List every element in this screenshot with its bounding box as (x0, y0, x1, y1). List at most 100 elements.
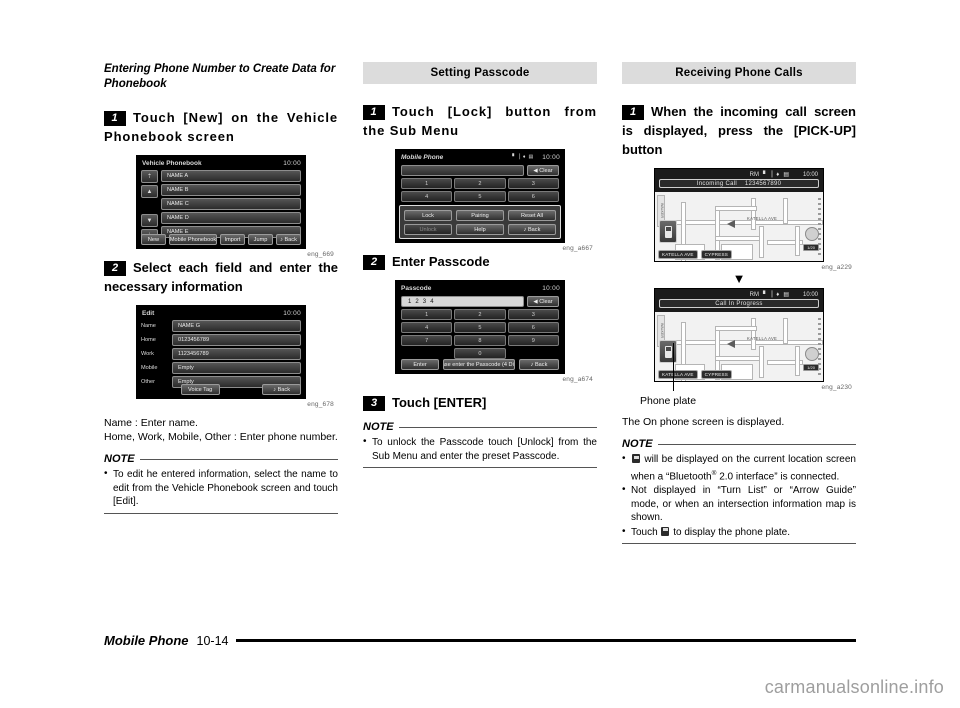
keypad-key[interactable]: 0 (454, 348, 506, 359)
phone-plate-icon[interactable] (659, 220, 677, 243)
phone-plate-callout: Phone plate (622, 343, 856, 407)
keypad-key[interactable]: 3 (507, 309, 559, 320)
back-button[interactable]: ♪ Back (508, 224, 556, 235)
phonebook-scroll-buttons-top[interactable]: ⇡ ▲ (141, 170, 158, 200)
list-item[interactable]: NAME D (161, 212, 301, 224)
map-view[interactable]: WALKER KATELLA AVE 1/20 KATELLA AVE CYPR… (655, 192, 823, 261)
left-step-1: 1 Touch [New] on the Vehicle Phonebook sc… (104, 108, 338, 146)
scroll-up-icon[interactable]: ▲ (141, 185, 158, 198)
battery-icon: ▤ (528, 154, 534, 160)
passcode-prompt-message: Please enter the Passcode (4 Digits) (443, 359, 515, 370)
field-value[interactable]: 1123456789 (172, 348, 301, 360)
screen-clock: 10:00 (802, 291, 818, 298)
import-button[interactable]: Import (220, 234, 245, 245)
jump-button[interactable]: Jump (248, 234, 273, 245)
keypad-key[interactable]: 5 (454, 191, 506, 202)
callout-leader-line (673, 343, 674, 391)
left-step-2: 2 Select each field and enter the necessa… (104, 258, 338, 296)
compass-icon[interactable] (805, 227, 819, 241)
map-view[interactable]: WALKER KATELLA AVE 1/20 KATELLA AVE CYPR… (655, 312, 823, 381)
incoming-call-banner: Incoming Call 1234567890 (659, 179, 819, 188)
keypad-key[interactable]: 4 (401, 191, 453, 202)
note-item: Touch to display the phone plate. (622, 525, 856, 540)
note-rule (398, 426, 597, 428)
current-street-bar: KATELLA AVE CYPRESS (658, 250, 733, 259)
help-button[interactable]: Help (456, 224, 504, 235)
unlock-button[interactable]: Unlock (404, 224, 452, 235)
street-chip: CYPRESS (700, 250, 733, 259)
mobile-phonebook-button[interactable]: Mobile Phonebook (169, 234, 217, 245)
note-text: to display the phone plate. (670, 526, 790, 538)
phone-plate-icon[interactable] (659, 340, 677, 363)
scroll-top-icon[interactable]: ⇡ (141, 170, 158, 183)
keypad-key[interactable]: 6 (507, 322, 559, 333)
figure-edit-screen: Edit 10:00 Name NAME G Home 0123456789 W… (104, 305, 338, 408)
screen-mobile-phone: Mobile Phone ▘▕ ♦ ▤ 10:00 ◀ Clear 1 2 3 … (395, 149, 565, 243)
field-value[interactable]: 0123456789 (172, 334, 301, 346)
keypad-key[interactable]: 4 (401, 322, 453, 333)
compass-icon[interactable] (805, 347, 819, 361)
note-item: To unlock the Passcode touch [Unlock] fr… (363, 435, 597, 463)
note-rule-bottom (104, 512, 338, 514)
passcode-input[interactable]: 1 2 3 4 (401, 296, 524, 307)
voice-tag-button[interactable]: Voice Tag (180, 384, 220, 395)
lock-button[interactable]: Lock (404, 210, 452, 221)
screen-passcode: Passcode 10:00 1 2 3 4 ◀ Clear 1 2 3 4 5… (395, 280, 565, 374)
status-icons-row: RM ▘▕ ♦ ▤ 10:00 (655, 169, 823, 179)
keypad-key[interactable]: 6 (507, 191, 559, 202)
figure-caption: eng_a230 (821, 384, 852, 391)
phone-plate-icon (632, 454, 640, 463)
list-item[interactable]: NAME A (161, 170, 301, 182)
street-chip: CYPRESS (700, 370, 733, 379)
screen-vehicle-phonebook: Vehicle Phonebook 10:00 ⇡ ▲ ▼ ⇣ NAME A N… (136, 155, 306, 249)
field-label: Name (141, 323, 156, 329)
figure-incoming-call: RM ▘▕ ♦ ▤ 10:00 Incoming Call 1234567890 (622, 168, 856, 271)
enter-button[interactable]: Enter (401, 359, 439, 370)
note-header: NOTE (622, 438, 856, 450)
keypad-key[interactable]: 7 (401, 335, 453, 346)
note-label: NOTE (363, 421, 394, 433)
new-button[interactable]: New (141, 234, 166, 245)
clear-button[interactable]: ◀ Clear (527, 165, 559, 176)
back-button[interactable]: ♪ Back (276, 234, 301, 245)
list-item[interactable]: NAME B (161, 184, 301, 196)
field-value[interactable]: NAME G (172, 320, 301, 332)
keypad: 1 2 3 4 5 6 7 8 9 0 (401, 309, 559, 359)
left-body-line-2: Home, Work, Mobile, Other : Enter phone … (104, 431, 338, 443)
clear-button[interactable]: ◀ Clear (527, 296, 559, 307)
keypad-key[interactable]: 5 (454, 322, 506, 333)
list-item[interactable]: NAME C (161, 198, 301, 210)
phone-number-input[interactable] (401, 165, 524, 176)
reset-all-button[interactable]: Reset All (508, 210, 556, 221)
figure-caption: eng_a674 (562, 376, 593, 383)
banner-number: 1234567890 (744, 181, 782, 187)
note-label: NOTE (622, 438, 653, 450)
back-button[interactable]: ♪ Back (519, 359, 559, 370)
pairing-button[interactable]: Pairing (456, 210, 504, 221)
keypad-key[interactable]: 1 (401, 178, 453, 189)
keypad-key[interactable]: 9 (507, 335, 559, 346)
phone-plate-icon (661, 526, 670, 536)
keypad-key[interactable]: 2 (454, 309, 506, 320)
note-label: NOTE (104, 453, 135, 465)
note-list: will be displayed on the current locatio… (622, 452, 856, 540)
sub-menu-row-2: Unlock Help ♪ Back (404, 224, 556, 235)
map-status-bar: RM ▘▕ ♦ ▤ 10:00 Call In Progress (655, 289, 823, 312)
keypad-key[interactable]: 8 (454, 335, 506, 346)
page-footer: Mobile Phone 10-14 (104, 633, 856, 648)
keypad-key[interactable]: 1 (401, 309, 453, 320)
screen-title-text: Edit (142, 309, 155, 317)
figure-caption: eng_a229 (821, 264, 852, 271)
screen-call-in-progress: RM ▘▕ ♦ ▤ 10:00 Call In Progress WALKER … (654, 288, 824, 382)
right-column: Receiving Phone Calls 1 When the incoming… (622, 62, 856, 545)
figure-caption: eng_669 (307, 251, 334, 258)
field-value[interactable]: Empty (172, 362, 301, 374)
figure-caption: eng_678 (307, 401, 334, 408)
sub-menu-row-1: Lock Pairing Reset All (404, 210, 556, 221)
back-button[interactable]: ♪ Back (262, 384, 301, 395)
note-list: To unlock the Passcode touch [Unlock] fr… (363, 435, 597, 463)
keypad-key[interactable]: 2 (454, 178, 506, 189)
step-text: Touch [New] on the Vehicle Phonebook scr… (104, 110, 338, 144)
keypad-key[interactable]: 3 (507, 178, 559, 189)
scroll-down-icon[interactable]: ▼ (141, 214, 158, 227)
